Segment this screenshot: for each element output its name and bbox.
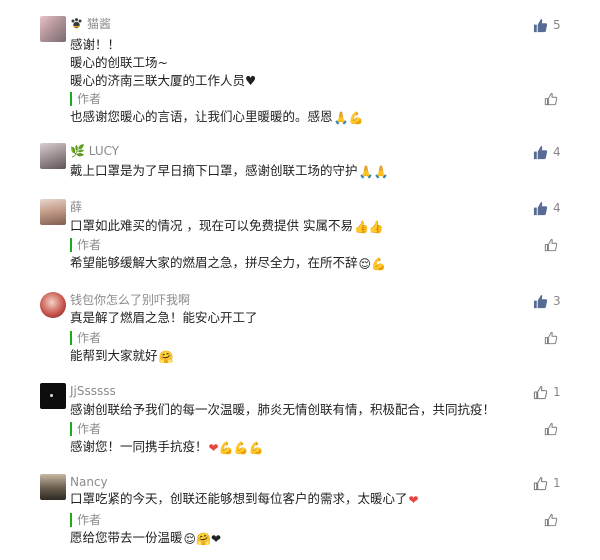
- like-count: 3: [553, 294, 561, 308]
- author-reply-text: 感谢您！一同携手抗疫！❤💪💪💪: [70, 439, 264, 455]
- comment-nickname: 薛: [70, 200, 83, 214]
- author-reply-label: 作者: [70, 331, 101, 345]
- thumb-up-icon: [533, 18, 548, 33]
- comment-emoji: 👍👍: [353, 220, 384, 234]
- avatar[interactable]: [40, 474, 66, 500]
- reply-like-button[interactable]: [544, 329, 558, 347]
- thumb-up-icon: [544, 513, 558, 527]
- reply-emoji: 😌🤗❤: [183, 532, 222, 546]
- reply-like-button[interactable]: [544, 90, 558, 108]
- comment-text: 真是解了燃眉之急！能安心开工了: [70, 310, 258, 325]
- avatar[interactable]: [40, 16, 66, 42]
- comment-emoji: 🙏🙏: [358, 165, 389, 179]
- reply-like-button[interactable]: [544, 420, 558, 438]
- like-button[interactable]: 5: [533, 16, 561, 34]
- author-reply-label: 作者: [70, 238, 101, 252]
- like-button[interactable]: 4: [533, 143, 561, 161]
- thumb-up-icon: [533, 145, 548, 160]
- thumb-up-icon: [533, 476, 548, 491]
- like-count: 4: [553, 145, 561, 159]
- reply-emoji: 🙏💪: [333, 111, 364, 125]
- thumb-up-icon: [544, 238, 558, 252]
- comment-text: 戴上口罩是为了早日摘下口罩，感谢创联工场的守护🙏🙏: [70, 163, 389, 179]
- comment-nickname: 🌿 LUCY: [70, 144, 120, 158]
- comment-emoji: ❤: [408, 493, 419, 507]
- comment-text: 口罩吃紧的今天，创联还能够想到每位客户的需求，太暖心了❤: [70, 491, 419, 507]
- pet-paw-icon: [70, 17, 83, 34]
- reply-like-button[interactable]: [544, 236, 558, 254]
- thumb-up-icon: [544, 422, 558, 436]
- comment-text: 暖心的济南三联大厦的工作人员♥: [70, 73, 257, 88]
- avatar[interactable]: [40, 292, 66, 318]
- author-reply-label: 作者: [70, 92, 101, 106]
- thumb-up-icon: [533, 201, 548, 216]
- avatar[interactable]: [40, 383, 66, 409]
- comment-text: 暖心的创联工场~: [70, 55, 168, 70]
- avatar[interactable]: [40, 143, 66, 169]
- comment-nickname: JjSsssss: [70, 384, 116, 398]
- avatar[interactable]: [40, 199, 66, 225]
- comment-nickname: Nancy: [70, 475, 108, 489]
- like-button[interactable]: 1: [533, 474, 561, 492]
- like-button[interactable]: 4: [533, 199, 561, 217]
- author-reply-label: 作者: [70, 513, 101, 527]
- thumb-up-icon: [533, 385, 548, 400]
- author-reply-text: 愿给您带去一份温暖😌🤗❤: [70, 530, 222, 546]
- comment-text: 感谢！！: [70, 37, 121, 52]
- author-reply-label: 作者: [70, 422, 101, 436]
- thumb-up-icon: [544, 92, 558, 106]
- comment-text: 感谢创联给予我们的每一次温暖，肺炎无情创联有情，积极配合，共同抗疫！: [70, 402, 496, 417]
- comment-nickname: 猫酱: [70, 16, 111, 34]
- reply-emoji: ❤💪💪💪: [208, 441, 264, 455]
- thumb-up-icon: [533, 294, 548, 309]
- like-count: 1: [553, 385, 561, 399]
- like-count: 5: [553, 18, 561, 32]
- author-reply-text: 希望能够缓解大家的燃眉之急，拼尽全力，在所不辞😌💪: [70, 255, 386, 271]
- reply-emoji: 🤗: [158, 350, 174, 364]
- like-count: 4: [553, 201, 561, 215]
- comment-text: 口罩如此难买的情况 ，现在可以免费提供 实属不易👍👍: [70, 218, 384, 234]
- like-button[interactable]: 1: [533, 383, 561, 401]
- like-count: 1: [553, 476, 561, 490]
- comment-nickname: 钱包你怎么了别吓我啊: [70, 293, 191, 307]
- thumb-up-icon: [544, 331, 558, 345]
- like-button[interactable]: 3: [533, 292, 561, 310]
- author-reply-text: 也感谢您暖心的言语，让我们心里暖暖的。感恩🙏💪: [70, 109, 364, 125]
- reply-emoji: 😌💪: [358, 257, 386, 271]
- reply-like-button[interactable]: [544, 511, 558, 529]
- author-reply-text: 能帮到大家就好🤗: [70, 348, 174, 364]
